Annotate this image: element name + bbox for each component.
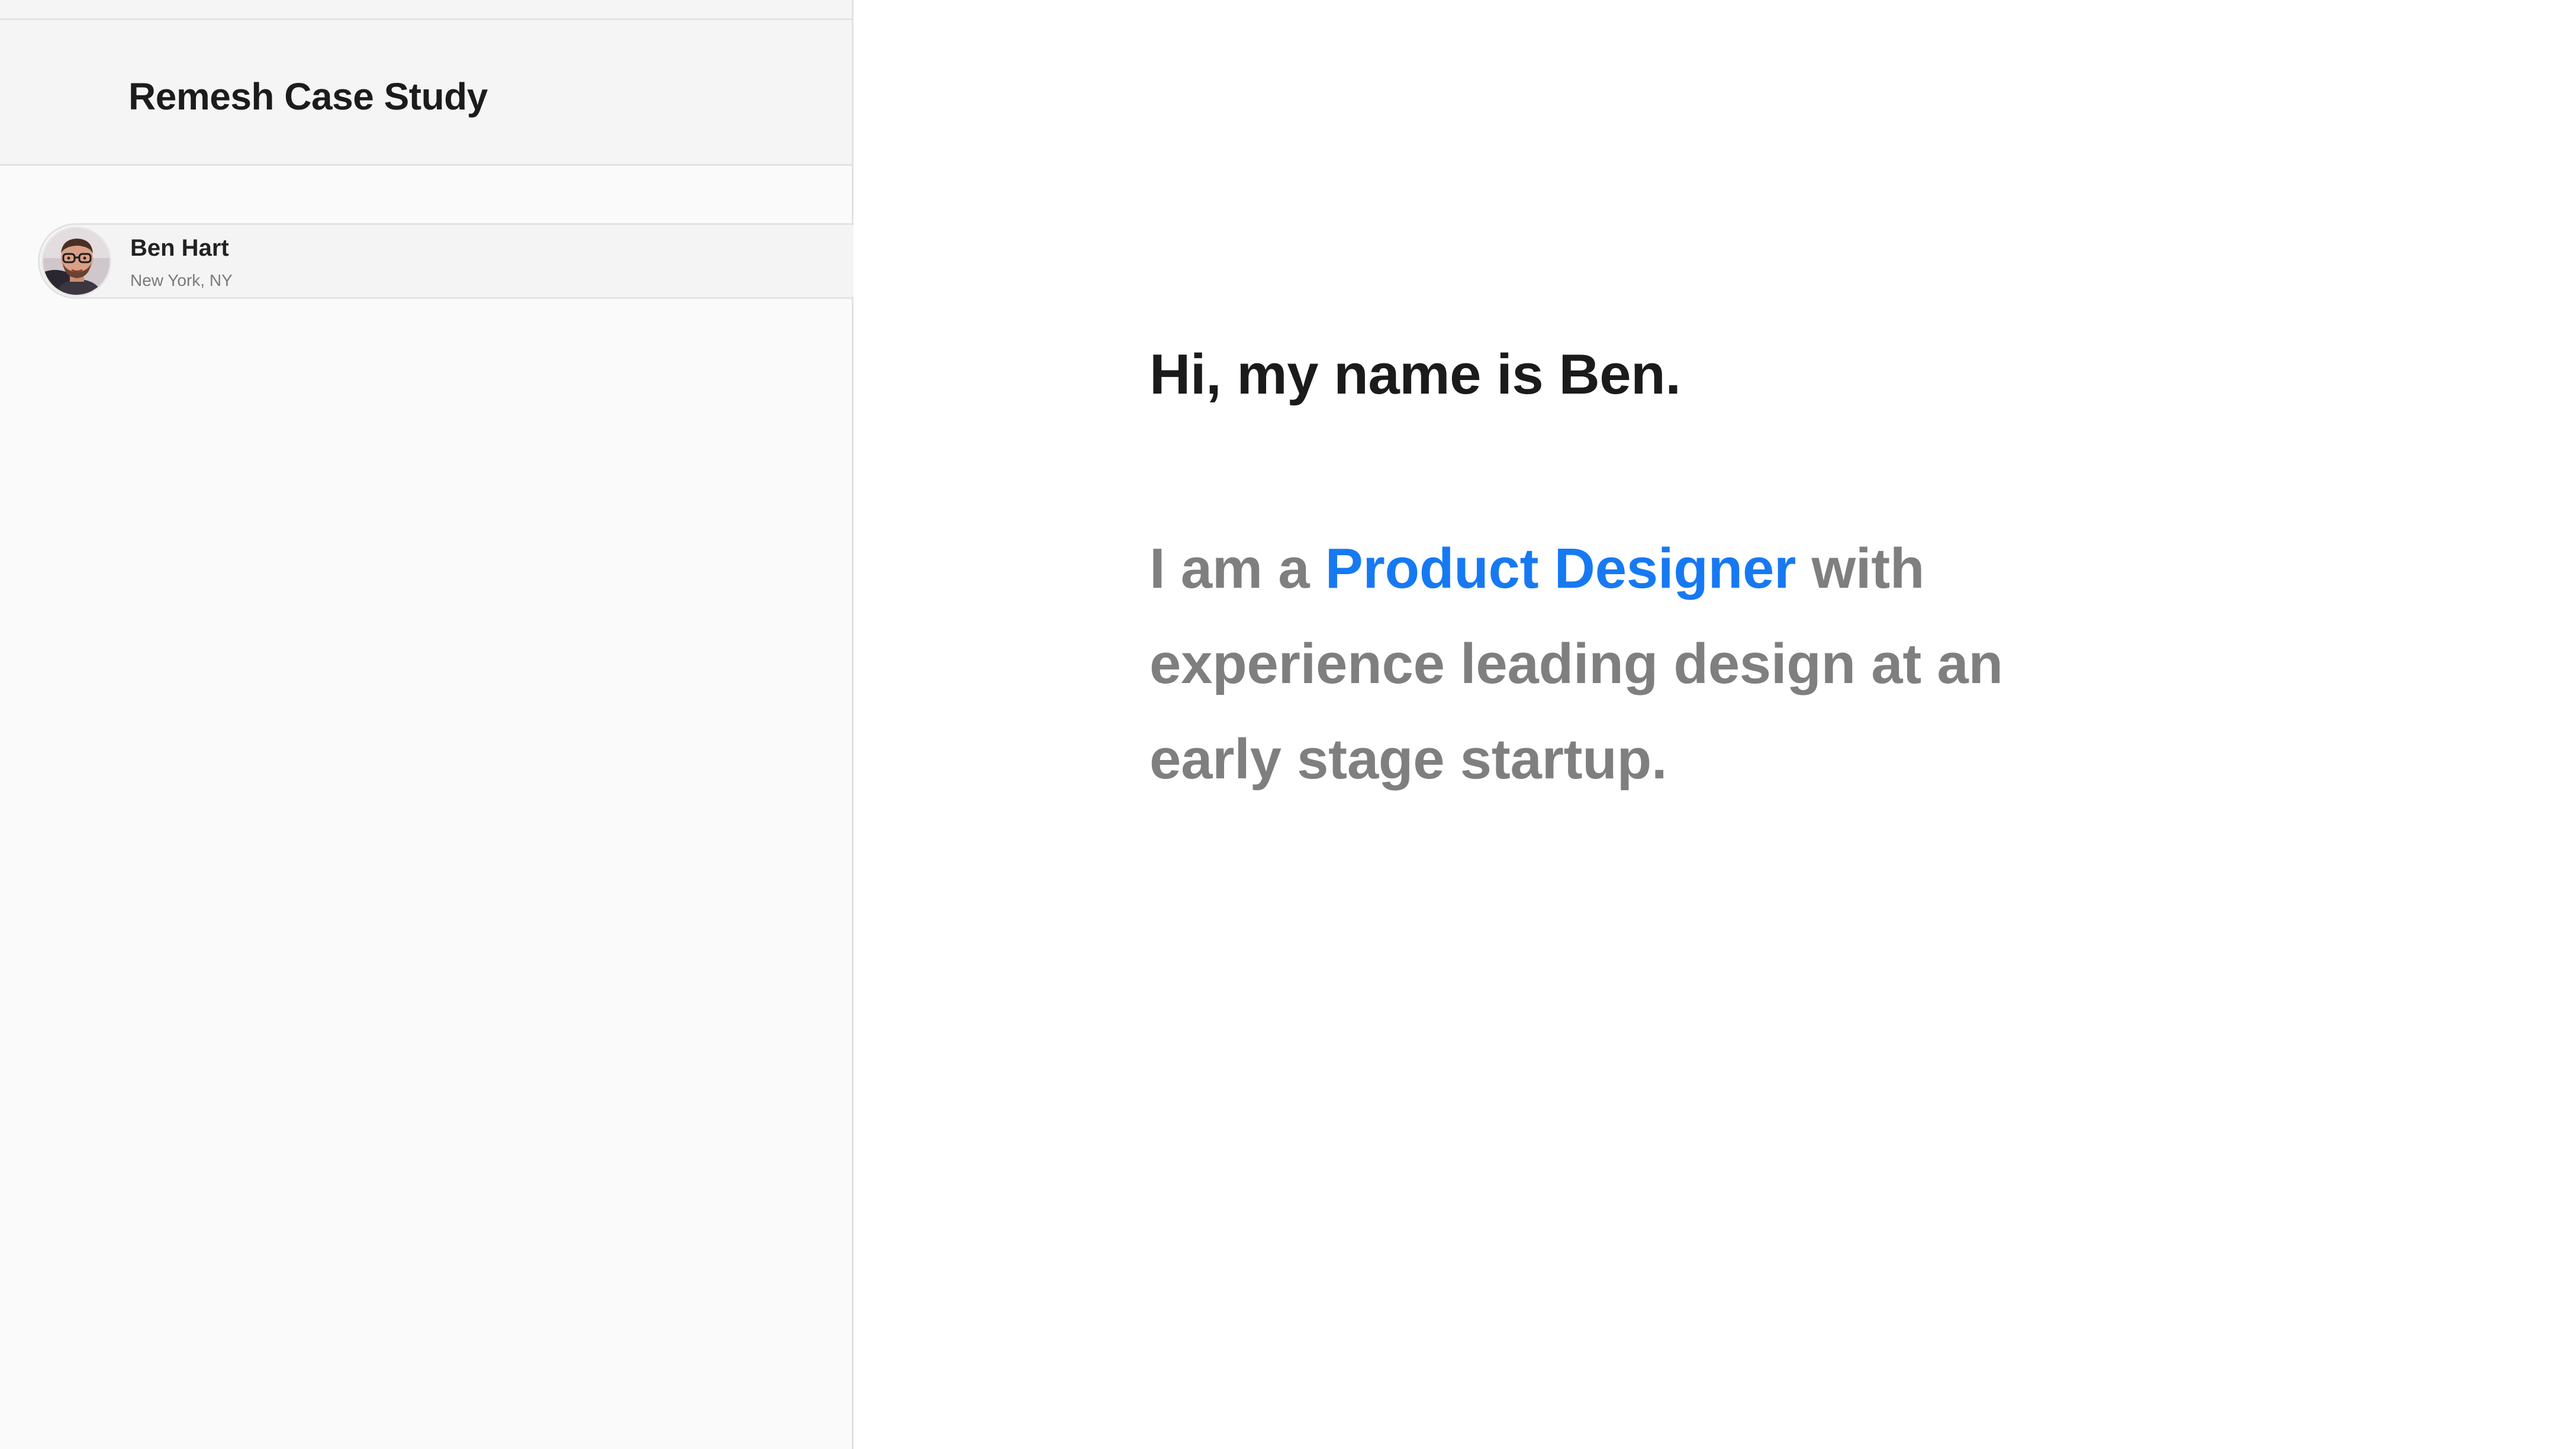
profile-location: New York, NY xyxy=(130,271,233,289)
sidebar-top-strip xyxy=(0,0,852,20)
greeting-heading: Hi, my name is Ben. xyxy=(1149,343,1681,406)
profile-name: Ben Hart xyxy=(130,235,229,261)
sidebar: Remesh Case Study Ben Hart New York, NY xyxy=(0,0,854,1449)
avatar xyxy=(43,228,110,295)
sidebar-header: Remesh Case Study xyxy=(0,20,852,166)
profile-card[interactable]: Ben Hart New York, NY xyxy=(38,223,854,299)
intro-highlight: Product Designer xyxy=(1325,537,1796,600)
intro-prefix: I am a xyxy=(1149,537,1325,600)
main-content: Hi, my name is Ben. I am a Product Desig… xyxy=(855,0,2576,1449)
page-title: Remesh Case Study xyxy=(128,75,488,118)
intro-paragraph: I am a Product Designer with experience … xyxy=(1149,521,2126,807)
person-avatar-icon xyxy=(43,228,110,295)
